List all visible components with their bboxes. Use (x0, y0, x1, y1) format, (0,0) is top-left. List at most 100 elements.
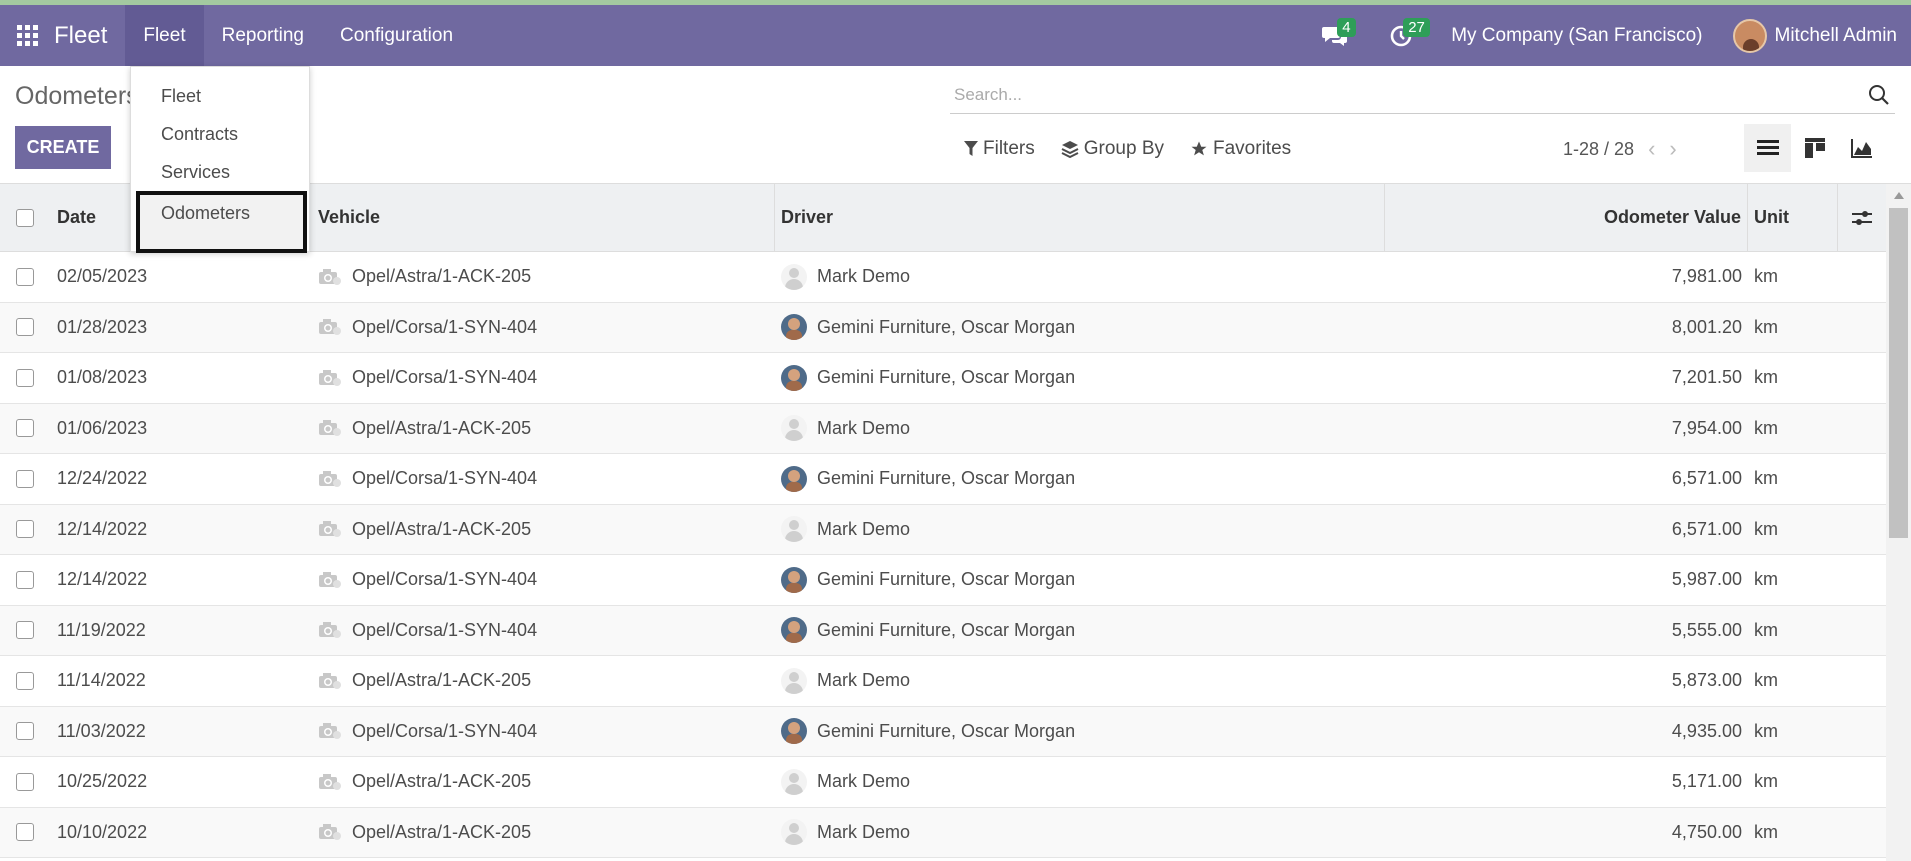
row-select-cell (0, 318, 50, 337)
row-checkbox[interactable] (16, 368, 34, 387)
dropdown-item-contracts[interactable]: Contracts (131, 115, 309, 153)
vehicle-camera-icon (319, 824, 341, 841)
row-checkbox[interactable] (16, 419, 34, 438)
row-checkbox[interactable] (16, 318, 34, 337)
row-checkbox[interactable] (16, 722, 34, 741)
row-select-cell (0, 520, 50, 539)
filters-button[interactable]: Filters (964, 138, 1035, 160)
activities-button[interactable]: 27 (1381, 16, 1430, 56)
messages-button[interactable]: 4 (1315, 16, 1356, 56)
row-vehicle: Opel/Corsa/1-SYN-404 (352, 468, 538, 489)
row-odometer-value: 7,954.00 (1671, 417, 1742, 438)
row-vehicle: Opel/Corsa/1-SYN-404 (352, 316, 538, 337)
group-by-button[interactable]: Group By (1061, 138, 1164, 160)
table-row[interactable]: 11/14/2022 Opel/Astra/1-ACK-205 Mark Demo 5… (0, 656, 1886, 707)
dropdown-item-services[interactable]: Services (131, 153, 309, 191)
scroll-up-icon[interactable] (1894, 192, 1904, 199)
table-row[interactable]: 10/10/2022 Opel/Astra/1-ACK-205 Mark Demo 4… (0, 807, 1886, 858)
row-checkbox[interactable] (16, 570, 34, 589)
star-icon (1191, 141, 1207, 156)
list-icon (1756, 140, 1779, 155)
table-row[interactable]: 12/24/2022 Opel/Corsa/1-SYN-404 Gemini Fur… (0, 454, 1886, 505)
table-row[interactable]: 01/08/2023 Opel/Corsa/1-SYN-404 Gemini Fur… (0, 353, 1886, 404)
table-row[interactable]: 11/03/2022 Opel/Corsa/1-SYN-404 Gemini Fur… (0, 706, 1886, 757)
row-checkbox[interactable] (16, 671, 34, 690)
filters-label: Filters (983, 138, 1035, 159)
user-menu[interactable]: Mitchell Admin (1775, 25, 1898, 47)
row-checkbox[interactable] (16, 469, 34, 488)
vehicle-camera-icon (319, 723, 341, 740)
row-odometer-value: 5,171.00 (1671, 771, 1742, 792)
table-row[interactable]: 02/05/2023 Opel/Astra/1-ACK-205 Mark Demo 7… (0, 252, 1886, 303)
row-unit: km (1754, 619, 1778, 640)
row-vehicle-cell: Opel/Astra/1-ACK-205 (310, 266, 775, 287)
row-checkbox[interactable] (16, 621, 34, 640)
activities-badge: 27 (1403, 17, 1430, 37)
view-switcher (1744, 124, 1885, 172)
group-by-label: Group By (1083, 138, 1164, 159)
row-select-cell (0, 722, 50, 741)
row-driver-cell: Gemini Furniture, Oscar Morgan (775, 617, 1385, 644)
driver-avatar (781, 768, 807, 795)
header-vehicle[interactable]: Vehicle (310, 183, 775, 252)
app-switcher-button[interactable] (0, 5, 54, 66)
row-odometer-value: 8,001.20 (1671, 316, 1742, 337)
header-odometer-value[interactable]: Odometer Value (1385, 183, 1748, 252)
pager-range[interactable]: 1-28 / 28 (1563, 139, 1634, 160)
favorites-button[interactable]: Favorites (1190, 138, 1291, 160)
row-vehicle-cell: Opel/Astra/1-ACK-205 (310, 418, 775, 439)
table-row[interactable]: 01/06/2023 Opel/Astra/1-ACK-205 Mark Demo 7… (0, 403, 1886, 454)
menu-configuration[interactable]: Configuration (322, 5, 471, 66)
menu-fleet[interactable]: Fleet (125, 5, 204, 66)
kanban-icon (1804, 138, 1825, 158)
odometer-table: Date Vehicle Driver Odometer Value Unit … (0, 183, 1886, 858)
dropdown-item-fleet[interactable]: Fleet (131, 77, 309, 115)
vehicle-camera-icon (319, 622, 341, 639)
kanban-view-button[interactable] (1791, 124, 1838, 172)
table-row[interactable]: 12/14/2022 Opel/Astra/1-ACK-205 Mark Demo 6… (0, 504, 1886, 555)
row-vehicle-cell: Opel/Astra/1-ACK-205 (310, 822, 775, 843)
table-row[interactable]: 01/28/2023 Opel/Corsa/1-SYN-404 Gemini Fur… (0, 302, 1886, 353)
header-unit[interactable]: Unit (1748, 183, 1838, 252)
table-row[interactable]: 10/25/2022 Opel/Astra/1-ACK-205 Mark Demo 5… (0, 757, 1886, 808)
row-unit: km (1754, 670, 1778, 691)
header-driver[interactable]: Driver (775, 183, 1385, 252)
row-driver: Mark Demo (817, 670, 911, 691)
driver-avatar (781, 415, 807, 442)
search-icon[interactable] (1867, 83, 1891, 107)
layers-icon (1061, 141, 1079, 158)
row-date: 02/05/2023 (57, 266, 148, 287)
list-view-button[interactable] (1744, 124, 1791, 172)
row-date: 11/03/2022 (57, 720, 146, 741)
dropdown-item-odometers[interactable]: Odometers (136, 191, 307, 253)
company-switcher[interactable]: My Company (San Francisco) (1451, 25, 1702, 47)
pager-prev-icon[interactable]: ‹ (1648, 136, 1655, 162)
row-checkbox[interactable] (16, 772, 34, 791)
optional-columns-button[interactable] (1838, 209, 1886, 227)
table-row[interactable]: 11/19/2022 Opel/Corsa/1-SYN-404 Gemini Fur… (0, 605, 1886, 656)
row-checkbox[interactable] (16, 823, 34, 842)
row-date: 01/06/2023 (57, 417, 148, 438)
pager: 1-28 / 28 ‹ › (1563, 136, 1677, 162)
table-row[interactable]: 12/14/2022 Opel/Corsa/1-SYN-404 Gemini Fur… (0, 555, 1886, 606)
vertical-scrollbar[interactable] (1886, 184, 1911, 861)
row-vehicle: Opel/Corsa/1-SYN-404 (352, 619, 538, 640)
search-input[interactable] (950, 84, 1867, 105)
user-avatar[interactable] (1732, 18, 1767, 53)
scroll-thumb[interactable] (1889, 208, 1908, 538)
row-vehicle-cell: Opel/Astra/1-ACK-205 (310, 771, 775, 792)
main-navbar: Fleet Fleet Reporting Configuration 4 27… (0, 5, 1911, 66)
row-checkbox[interactable] (16, 267, 34, 286)
app-brand[interactable]: Fleet (54, 22, 107, 50)
pager-next-icon[interactable]: › (1669, 136, 1676, 162)
row-vehicle-cell: Opel/Corsa/1-SYN-404 (310, 620, 775, 641)
create-button[interactable]: CREATE (15, 126, 111, 169)
row-checkbox[interactable] (16, 520, 34, 539)
menu-reporting[interactable]: Reporting (204, 5, 322, 66)
vehicle-camera-icon (319, 521, 341, 538)
row-select-cell (0, 621, 50, 640)
graph-view-button[interactable] (1838, 124, 1885, 172)
search-options: Filters Group By Favorites (964, 138, 1291, 160)
table-body: 02/05/2023 Opel/Astra/1-ACK-205 Mark Demo 7… (0, 252, 1886, 858)
select-all-checkbox[interactable] (16, 208, 34, 227)
